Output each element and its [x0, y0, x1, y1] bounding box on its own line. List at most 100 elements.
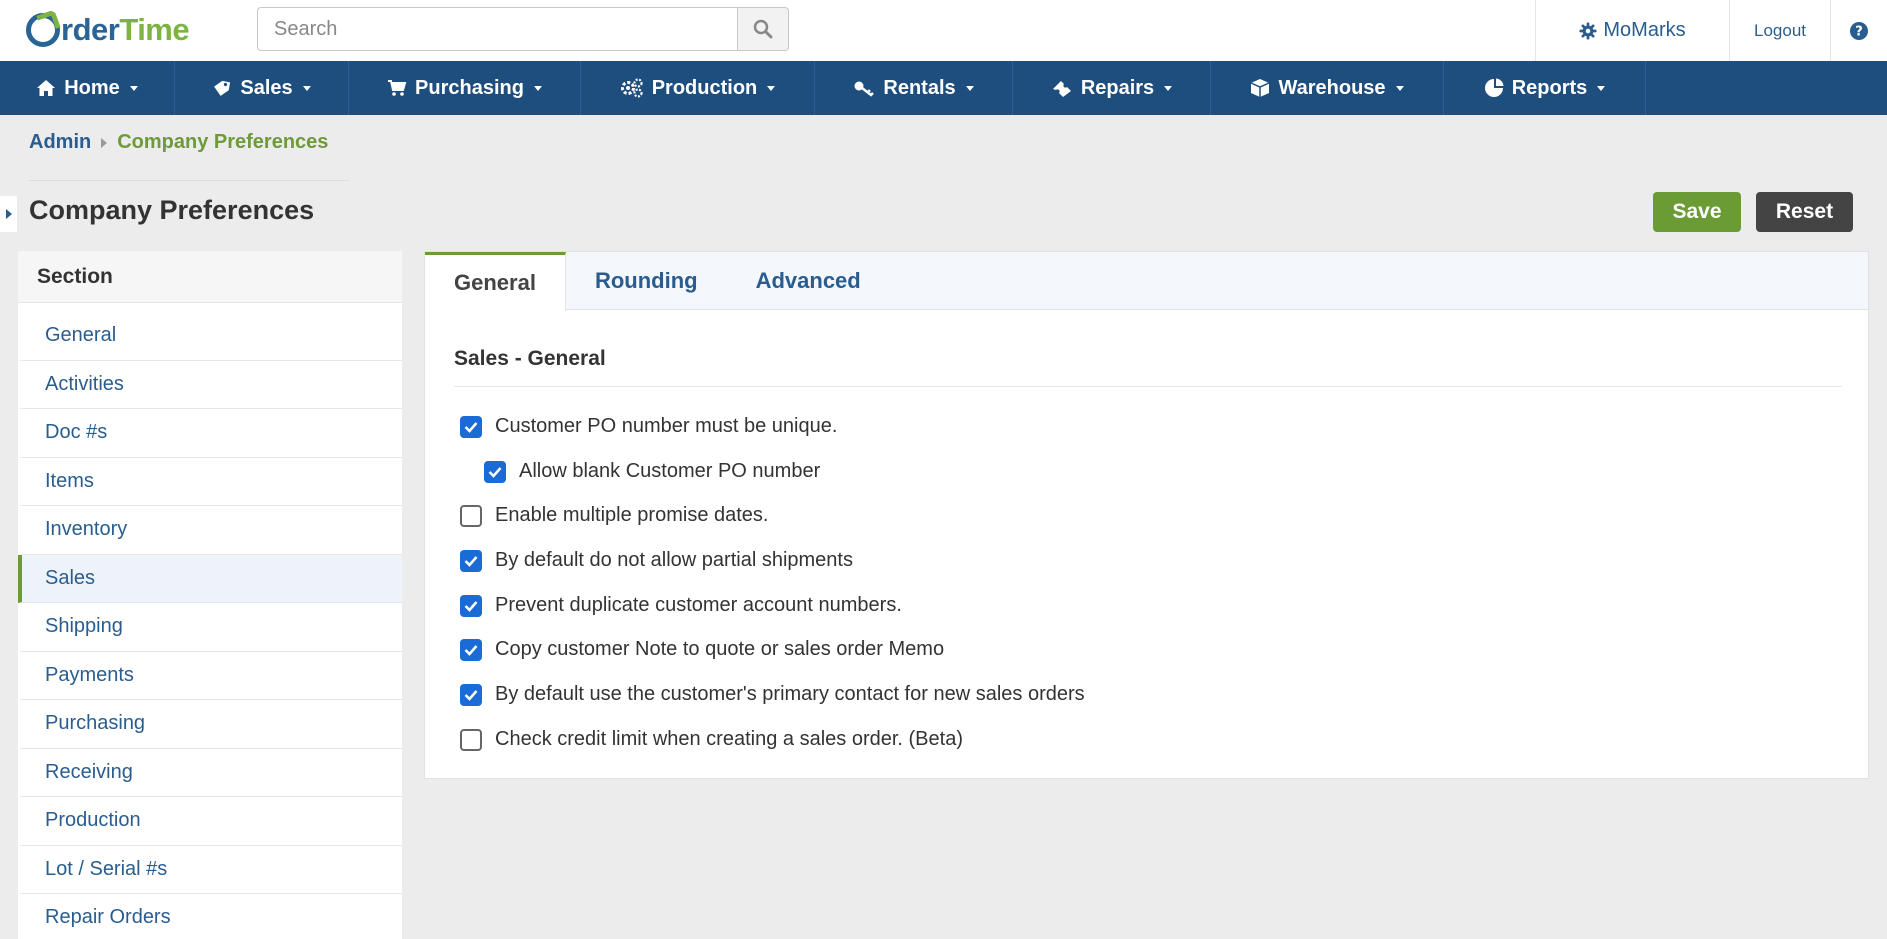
option-label: Prevent duplicate customer account numbe…	[495, 594, 902, 616]
nav-home[interactable]: Home	[0, 61, 175, 115]
nav-production-label: Production	[651, 76, 758, 99]
user-name: MoMarks	[1603, 19, 1686, 41]
sidebar-item-purchasing[interactable]: Purchasing	[18, 700, 402, 749]
chevron-down-icon	[1395, 85, 1404, 91]
chevron-down-icon	[767, 85, 776, 91]
section-divider	[454, 386, 1842, 387]
breadcrumb-separator-icon	[101, 137, 108, 148]
reset-button[interactable]: Reset	[1756, 192, 1853, 232]
breadcrumb-admin-link[interactable]: Admin	[29, 131, 91, 154]
checkbox[interactable]	[460, 504, 482, 527]
chevron-down-icon	[1597, 85, 1606, 91]
chevron-down-icon	[1164, 85, 1173, 91]
nav-rentals-label: Rentals	[883, 76, 956, 99]
sidebar-item-items[interactable]: Items	[18, 458, 402, 506]
option-check-credit-limit[interactable]: Check credit limit when creating a sales…	[460, 728, 963, 751]
save-button[interactable]: Save	[1653, 192, 1741, 232]
nav-home-label: Home	[64, 76, 120, 99]
breadcrumb-current: Company Preferences	[117, 131, 329, 153]
sidebar-item-doc-numbers[interactable]: Doc #s	[18, 409, 402, 458]
tab-general[interactable]: General	[425, 252, 566, 311]
logout-link[interactable]: Logout	[1729, 0, 1830, 61]
nav-purchasing[interactable]: Purchasing	[349, 61, 581, 115]
sidebar-heading: Section	[18, 251, 402, 303]
tag-icon	[214, 80, 231, 96]
section-title: Sales - General	[454, 347, 606, 370]
home-icon	[37, 80, 56, 96]
checkbox[interactable]	[460, 549, 482, 572]
tab-bar: General Rounding Advanced	[425, 252, 1868, 311]
chevron-down-icon	[302, 85, 311, 91]
nav-warehouse[interactable]: Warehouse	[1211, 61, 1444, 115]
nav-purchasing-label: Purchasing	[415, 76, 524, 99]
option-customer-po-unique[interactable]: Customer PO number must be unique.	[460, 415, 837, 438]
search-button[interactable]	[738, 7, 789, 51]
checkbox[interactable]	[460, 415, 482, 438]
key-icon	[854, 81, 875, 97]
option-primary-contact-default[interactable]: By default use the customer's primary co…	[460, 683, 1085, 706]
check-icon	[464, 644, 478, 656]
svg-text:?: ?	[1855, 24, 1863, 39]
option-label: By default do not allow partial shipment…	[495, 549, 853, 571]
help-button[interactable]: ?	[1830, 0, 1887, 61]
sidebar-item-activities[interactable]: Activities	[18, 361, 402, 409]
option-label: By default use the customer's primary co…	[495, 683, 1085, 705]
search-input[interactable]	[257, 7, 738, 51]
option-prevent-duplicate-accounts[interactable]: Prevent duplicate customer account numbe…	[460, 594, 902, 617]
sidebar-item-production[interactable]: Production	[18, 797, 402, 846]
sidebar-item-general[interactable]: General	[18, 312, 402, 361]
option-multiple-promise-dates[interactable]: Enable multiple promise dates.	[460, 504, 768, 527]
checkbox[interactable]	[460, 638, 482, 661]
sidebar-item-payments[interactable]: Payments	[18, 652, 402, 700]
chevron-down-icon	[533, 85, 542, 91]
sidebar-toggle-button[interactable]	[0, 196, 17, 232]
nav-repairs[interactable]: Repairs	[1013, 61, 1211, 115]
search-icon	[753, 19, 773, 39]
box-icon	[1251, 79, 1270, 97]
option-allow-blank-po[interactable]: Allow blank Customer PO number	[484, 460, 820, 483]
logo-text-order: rder	[61, 12, 120, 47]
option-label: Copy customer Note to quote or sales ord…	[495, 638, 945, 660]
help-icon: ?	[1850, 21, 1868, 40]
sidebar-item-shipping[interactable]: Shipping	[18, 603, 402, 652]
tab-rounding[interactable]: Rounding	[566, 252, 727, 310]
checkbox[interactable]	[460, 594, 482, 617]
option-copy-customer-note[interactable]: Copy customer Note to quote or sales ord…	[460, 638, 944, 661]
nav-reports[interactable]: Reports	[1444, 61, 1646, 115]
nav-production[interactable]: Production	[581, 61, 815, 115]
sidebar-item-repair-orders[interactable]: Repair Orders	[18, 894, 402, 939]
sidebar-item-inventory[interactable]: Inventory	[18, 506, 402, 555]
breadcrumb: Admin Company Preferences	[29, 131, 328, 154]
chevron-down-icon	[129, 85, 138, 91]
main-nav: Home Sales Purchasing Production Rentals…	[0, 61, 1887, 115]
option-label: Check credit limit when creating a sales…	[495, 728, 963, 750]
section-sidebar: Section General Activities Doc #s Items …	[18, 251, 402, 939]
gears-icon	[620, 78, 643, 98]
nav-rentals[interactable]: Rentals	[815, 61, 1013, 115]
option-no-partial-shipments[interactable]: By default do not allow partial shipment…	[460, 549, 853, 572]
check-icon	[464, 689, 478, 701]
checkbox[interactable]	[460, 728, 482, 751]
check-icon	[488, 466, 502, 478]
nav-sales[interactable]: Sales	[175, 61, 349, 115]
nav-reports-label: Reports	[1511, 76, 1588, 99]
tab-advanced[interactable]: Advanced	[727, 252, 890, 310]
checkbox[interactable]	[460, 683, 482, 706]
chevron-down-icon	[965, 85, 974, 91]
top-bar: rder Time Search MoMarks Logout ?	[0, 0, 1887, 61]
sidebar-item-sales[interactable]: Sales	[18, 554, 402, 603]
check-icon	[464, 421, 478, 433]
search-bar	[257, 7, 789, 51]
checkbox[interactable]	[484, 460, 506, 483]
caret-right-icon	[5, 209, 12, 219]
top-right-menu: MoMarks Logout ?	[1535, 0, 1887, 61]
sidebar-item-lot-serial[interactable]: Lot / Serial #s	[18, 846, 402, 894]
sidebar-item-receiving[interactable]: Receiving	[18, 749, 402, 797]
user-menu[interactable]: MoMarks	[1535, 0, 1729, 61]
page-title: Company Preferences	[29, 195, 315, 225]
preferences-panel: General Rounding Advanced Sales - Genera…	[424, 251, 1869, 779]
cart-icon	[388, 80, 407, 96]
gear-icon	[1579, 21, 1597, 40]
nav-repairs-label: Repairs	[1080, 76, 1155, 99]
ordertime-logo[interactable]: rder Time	[26, 8, 190, 52]
